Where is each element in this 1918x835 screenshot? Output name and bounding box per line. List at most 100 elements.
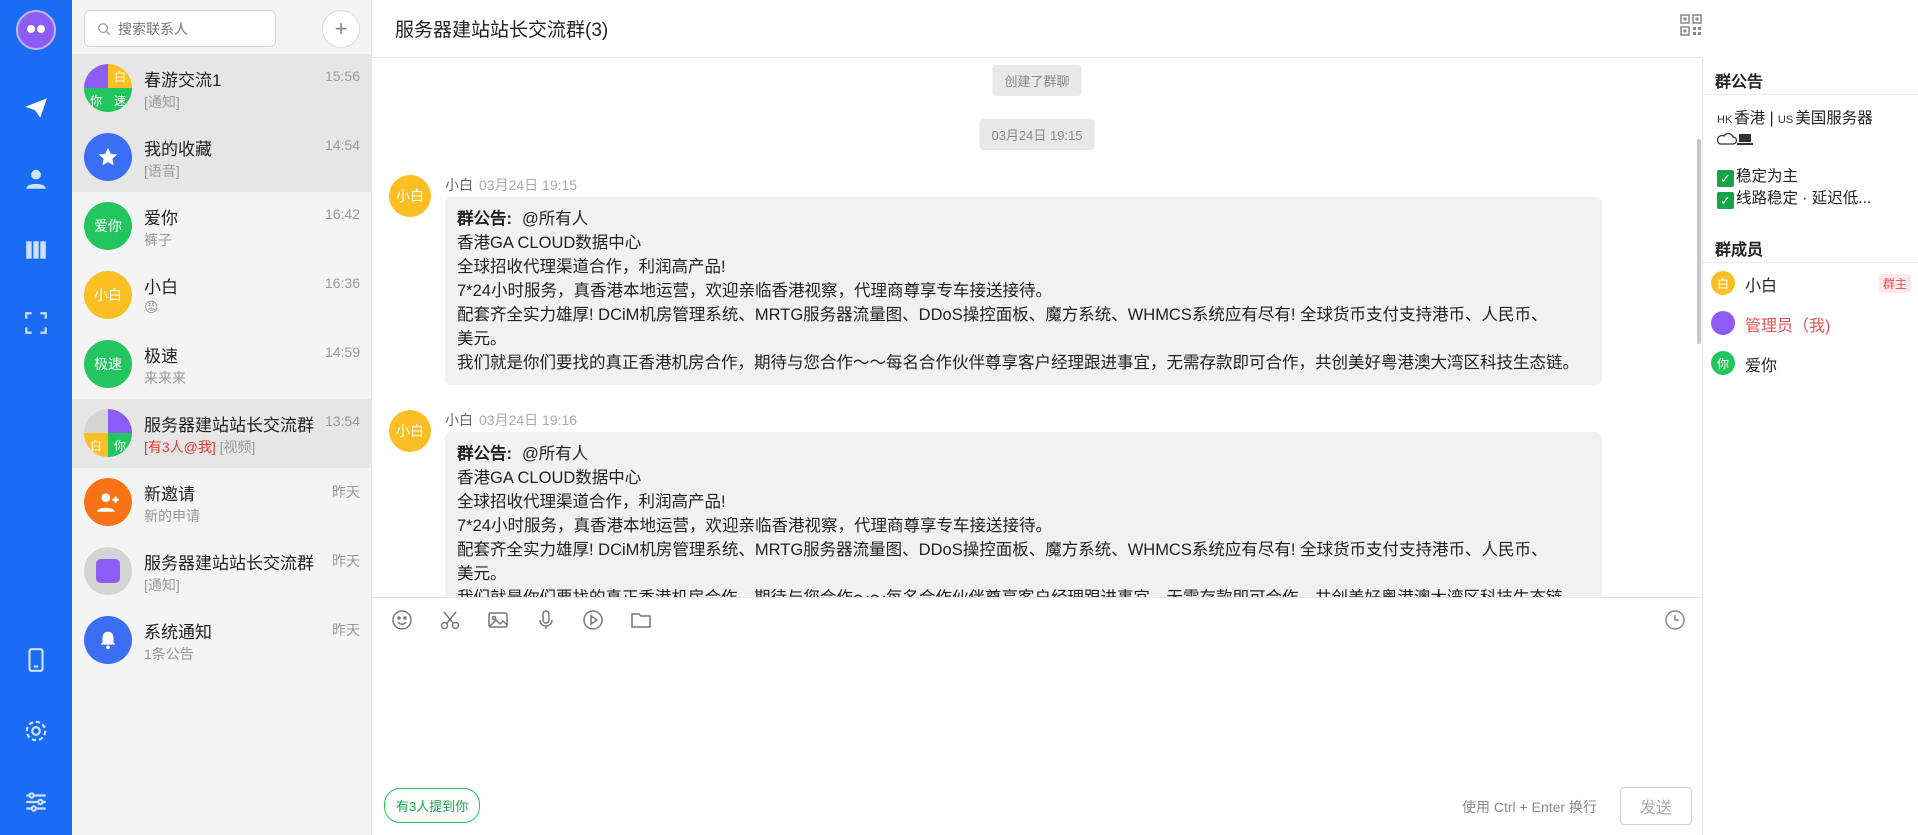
emoji-icon[interactable] bbox=[391, 609, 415, 633]
message-bubble[interactable]: 群公告: @所有人 香港GA CLOUD数据中心 全球招收代理渠道合作，利润高产品… bbox=[445, 197, 1602, 385]
message-input[interactable] bbox=[372, 642, 1702, 782]
mention-indicator: [有3人@我] bbox=[144, 439, 216, 455]
owner-badge: 群主 bbox=[1878, 274, 1911, 293]
avatar[interactable]: 小白 bbox=[389, 175, 431, 217]
message-line: 香港GA CLOUD数据中心 bbox=[457, 234, 642, 252]
scissors-icon[interactable] bbox=[439, 609, 463, 633]
conversation-item[interactable]: 小白 小白 16:36 😡 bbox=[72, 261, 372, 330]
mention-all: @所有人 bbox=[522, 445, 589, 463]
conversation-time: 13:54 bbox=[324, 413, 360, 429]
conversation-item[interactable]: 服务器建站站长交流群 昨天 [通知] bbox=[72, 537, 372, 606]
send-hint: 使用 Ctrl + Enter 换行 bbox=[1462, 799, 1597, 815]
add-button[interactable]: + bbox=[322, 10, 360, 48]
star-icon bbox=[84, 133, 132, 181]
avatar[interactable]: 小白 bbox=[389, 410, 431, 452]
us-tag: US bbox=[1777, 114, 1794, 126]
notice-item: 线路稳定 · 延迟低... bbox=[1736, 190, 1872, 207]
conversation-item[interactable]: 极速 极速 14:59 来来来 bbox=[72, 330, 372, 399]
mention-chip[interactable]: 有3人提到你 bbox=[384, 788, 481, 823]
conversation-item[interactable]: 爱你 爱你 16:42 裤子 bbox=[72, 192, 372, 261]
scrollbar[interactable] bbox=[1697, 139, 1701, 344]
group-avatar: 白 你 bbox=[84, 409, 132, 457]
message-line: 美元。 bbox=[457, 330, 507, 348]
group-avatar bbox=[84, 547, 132, 595]
search-input[interactable] bbox=[118, 20, 258, 37]
settings-gear-icon[interactable] bbox=[22, 717, 50, 745]
conversation-preview: [语音] bbox=[144, 163, 180, 179]
message-line: 美元。 bbox=[457, 565, 507, 583]
message-time: 03月24日 19:15 bbox=[479, 177, 578, 193]
conversation-time: 14:59 bbox=[324, 344, 360, 360]
notice-title: 群公告 bbox=[1715, 74, 1764, 91]
contacts-nav-icon[interactable] bbox=[22, 165, 50, 193]
video-play-icon[interactable] bbox=[582, 609, 606, 633]
conversation-preview: 1条公告 bbox=[144, 646, 194, 662]
avatar: 白 bbox=[1711, 271, 1735, 295]
conversation-name: 服务器建站站长交流群 bbox=[144, 416, 314, 435]
message-time: 03月24日 19:16 bbox=[479, 412, 578, 428]
send-nav-icon[interactable] bbox=[22, 94, 50, 122]
conversation-item[interactable]: 系统通知 昨天 1条公告 bbox=[72, 606, 372, 675]
message-bubble[interactable]: 群公告: @所有人 香港GA CLOUD数据中心 全球招收代理渠道合作，利润高产品… bbox=[445, 432, 1602, 597]
notice-label: 群公告: bbox=[457, 445, 512, 463]
scan-nav-icon[interactable] bbox=[22, 309, 50, 337]
conversation-preview: [有3人@我] [视频] bbox=[144, 437, 255, 457]
member-item[interactable]: 你 爱你 bbox=[1711, 348, 1911, 378]
microphone-icon[interactable] bbox=[535, 609, 559, 633]
message-line: 7*24小时服务，真香港本地运营，欢迎亲临香港视察，代理商尊享专车接送接待。 bbox=[457, 517, 1052, 535]
folder-icon[interactable] bbox=[630, 609, 654, 633]
app-logo bbox=[16, 10, 56, 50]
time-divider: 03月24日 19:15 bbox=[979, 119, 1095, 150]
member-name: 管理员（我) bbox=[1745, 318, 1831, 335]
conversation-item-selected[interactable]: 白 你 服务器建站站长交流群 13:54 [有3人@我] [视频] bbox=[72, 399, 372, 468]
composer-toolbar bbox=[372, 597, 1702, 642]
conversation-preview: 新的申请 bbox=[144, 508, 200, 524]
conversation-time: 15:56 bbox=[324, 68, 360, 84]
cloud-laptop-icons bbox=[1716, 131, 1913, 154]
conversation-time: 昨天 bbox=[332, 622, 360, 638]
sender-name: 小白 bbox=[445, 412, 473, 428]
message-line: 配套齐全实力雄厚! DCiM机房管理系统、MRTG服务器流量图、DDoS操控面板… bbox=[457, 541, 1548, 559]
search-box[interactable] bbox=[84, 10, 276, 47]
conversation-item[interactable]: 我的收藏 14:54 [语音] bbox=[72, 123, 372, 192]
qr-code-icon[interactable] bbox=[1680, 14, 1702, 36]
message-line: 我们就是你们要找的真正香港机房合作，期待与您合作～～每名合作伙伴尊享客户经理跟进… bbox=[457, 586, 1590, 597]
check-icon: ✓ bbox=[1717, 192, 1734, 209]
add-user-icon bbox=[84, 478, 132, 526]
conversation-name: 我的收藏 bbox=[144, 140, 212, 159]
avatar: 你 bbox=[1711, 351, 1735, 375]
message-line: 配套齐全实力雄厚! DCiM机房管理系统、MRTG服务器流量图、DDoS操控面板… bbox=[457, 306, 1548, 324]
chat-header: 服务器建站站长交流群(3) bbox=[372, 0, 1702, 58]
conversation-item[interactable]: 白 你 速 春游交流1 15:56 [通知] bbox=[72, 54, 372, 123]
adjust-sliders-icon[interactable] bbox=[22, 788, 50, 816]
avatar: 极速 bbox=[84, 340, 132, 388]
history-clock-icon[interactable] bbox=[1664, 609, 1688, 633]
image-icon[interactable] bbox=[487, 609, 511, 633]
conversation-time: 16:36 bbox=[324, 275, 360, 291]
conversation-name: 新邀请 bbox=[144, 485, 195, 504]
bell-icon bbox=[84, 616, 132, 664]
preview-text: [视频] bbox=[219, 439, 256, 455]
member-item[interactable]: 管理员（我) bbox=[1711, 308, 1911, 338]
conversation-list: + 白 你 速 春游交流1 15:56 [通知] 我的收藏 14:54 [语音] bbox=[72, 0, 372, 835]
notice-item: 稳定为主 bbox=[1736, 168, 1799, 185]
conversation-item[interactable]: 新邀请 昨天 新的申请 bbox=[72, 468, 372, 537]
message-meta: 小白 03月24日 19:15 bbox=[445, 175, 577, 195]
conversation-preview: 裤子 bbox=[144, 232, 172, 248]
message-list[interactable]: 创建了群聊 03月24日 19:15 小白 小白 03月24日 19:15 群公告… bbox=[372, 59, 1702, 597]
conversation-time: 昨天 bbox=[332, 484, 360, 500]
divider bbox=[1703, 94, 1918, 95]
mobile-nav-icon[interactable] bbox=[22, 646, 50, 674]
conversation-preview: 😡 bbox=[144, 299, 159, 315]
chat-panel: 服务器建站站长交流群(3) 创建了群聊 03月24日 19:15 小白 小白 03… bbox=[372, 0, 1702, 835]
conversation-name: 服务器建站站长交流群 bbox=[144, 554, 314, 573]
conversation-name: 爱你 bbox=[144, 209, 178, 228]
chat-app: + 白 你 速 春游交流1 15:56 [通知] 我的收藏 14:54 [语音] bbox=[0, 0, 1918, 835]
avatar: 小白 bbox=[84, 271, 132, 319]
send-button[interactable]: 发送 bbox=[1620, 787, 1692, 825]
member-item[interactable]: 白 小白 群主 bbox=[1711, 268, 1911, 298]
favorites-nav-icon[interactable] bbox=[22, 236, 50, 264]
conversation-preview: 来来来 bbox=[144, 370, 186, 386]
group-notice[interactable]: HK 香港 | US 美国服务器 ✓ 稳定为主 ✓ 线路稳定 · 延迟低... bbox=[1716, 108, 1913, 210]
conversation-name: 系统通知 bbox=[144, 623, 212, 642]
